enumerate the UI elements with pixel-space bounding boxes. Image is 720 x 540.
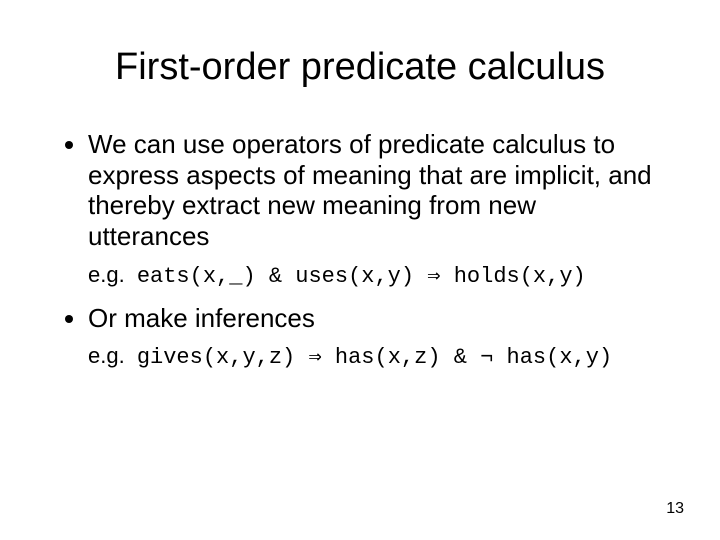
bullet-list: Or make inferences [60, 303, 660, 334]
example-line: e.g. gives(x,y,z) ⇒ has(x,z) & ¬ has(x,y… [88, 343, 660, 370]
page-number: 13 [666, 500, 684, 518]
bullet-item: Or make inferences [88, 303, 660, 334]
bullet-item: We can use operators of predicate calcul… [88, 129, 660, 252]
bullet-list: We can use operators of predicate calcul… [60, 129, 660, 252]
example-code: eats(x,_) & uses(x,y) ⇒ holds(x,y) [137, 264, 586, 289]
example-code: gives(x,y,z) ⇒ has(x,z) & ¬ has(x,y) [137, 345, 612, 370]
slide: First-order predicate calculus We can us… [0, 0, 720, 540]
slide-title: First-order predicate calculus [60, 46, 660, 89]
example-line: e.g. eats(x,_) & uses(x,y) ⇒ holds(x,y) [88, 262, 660, 289]
example-prefix: e.g. [88, 262, 125, 287]
example-prefix: e.g. [88, 343, 125, 368]
